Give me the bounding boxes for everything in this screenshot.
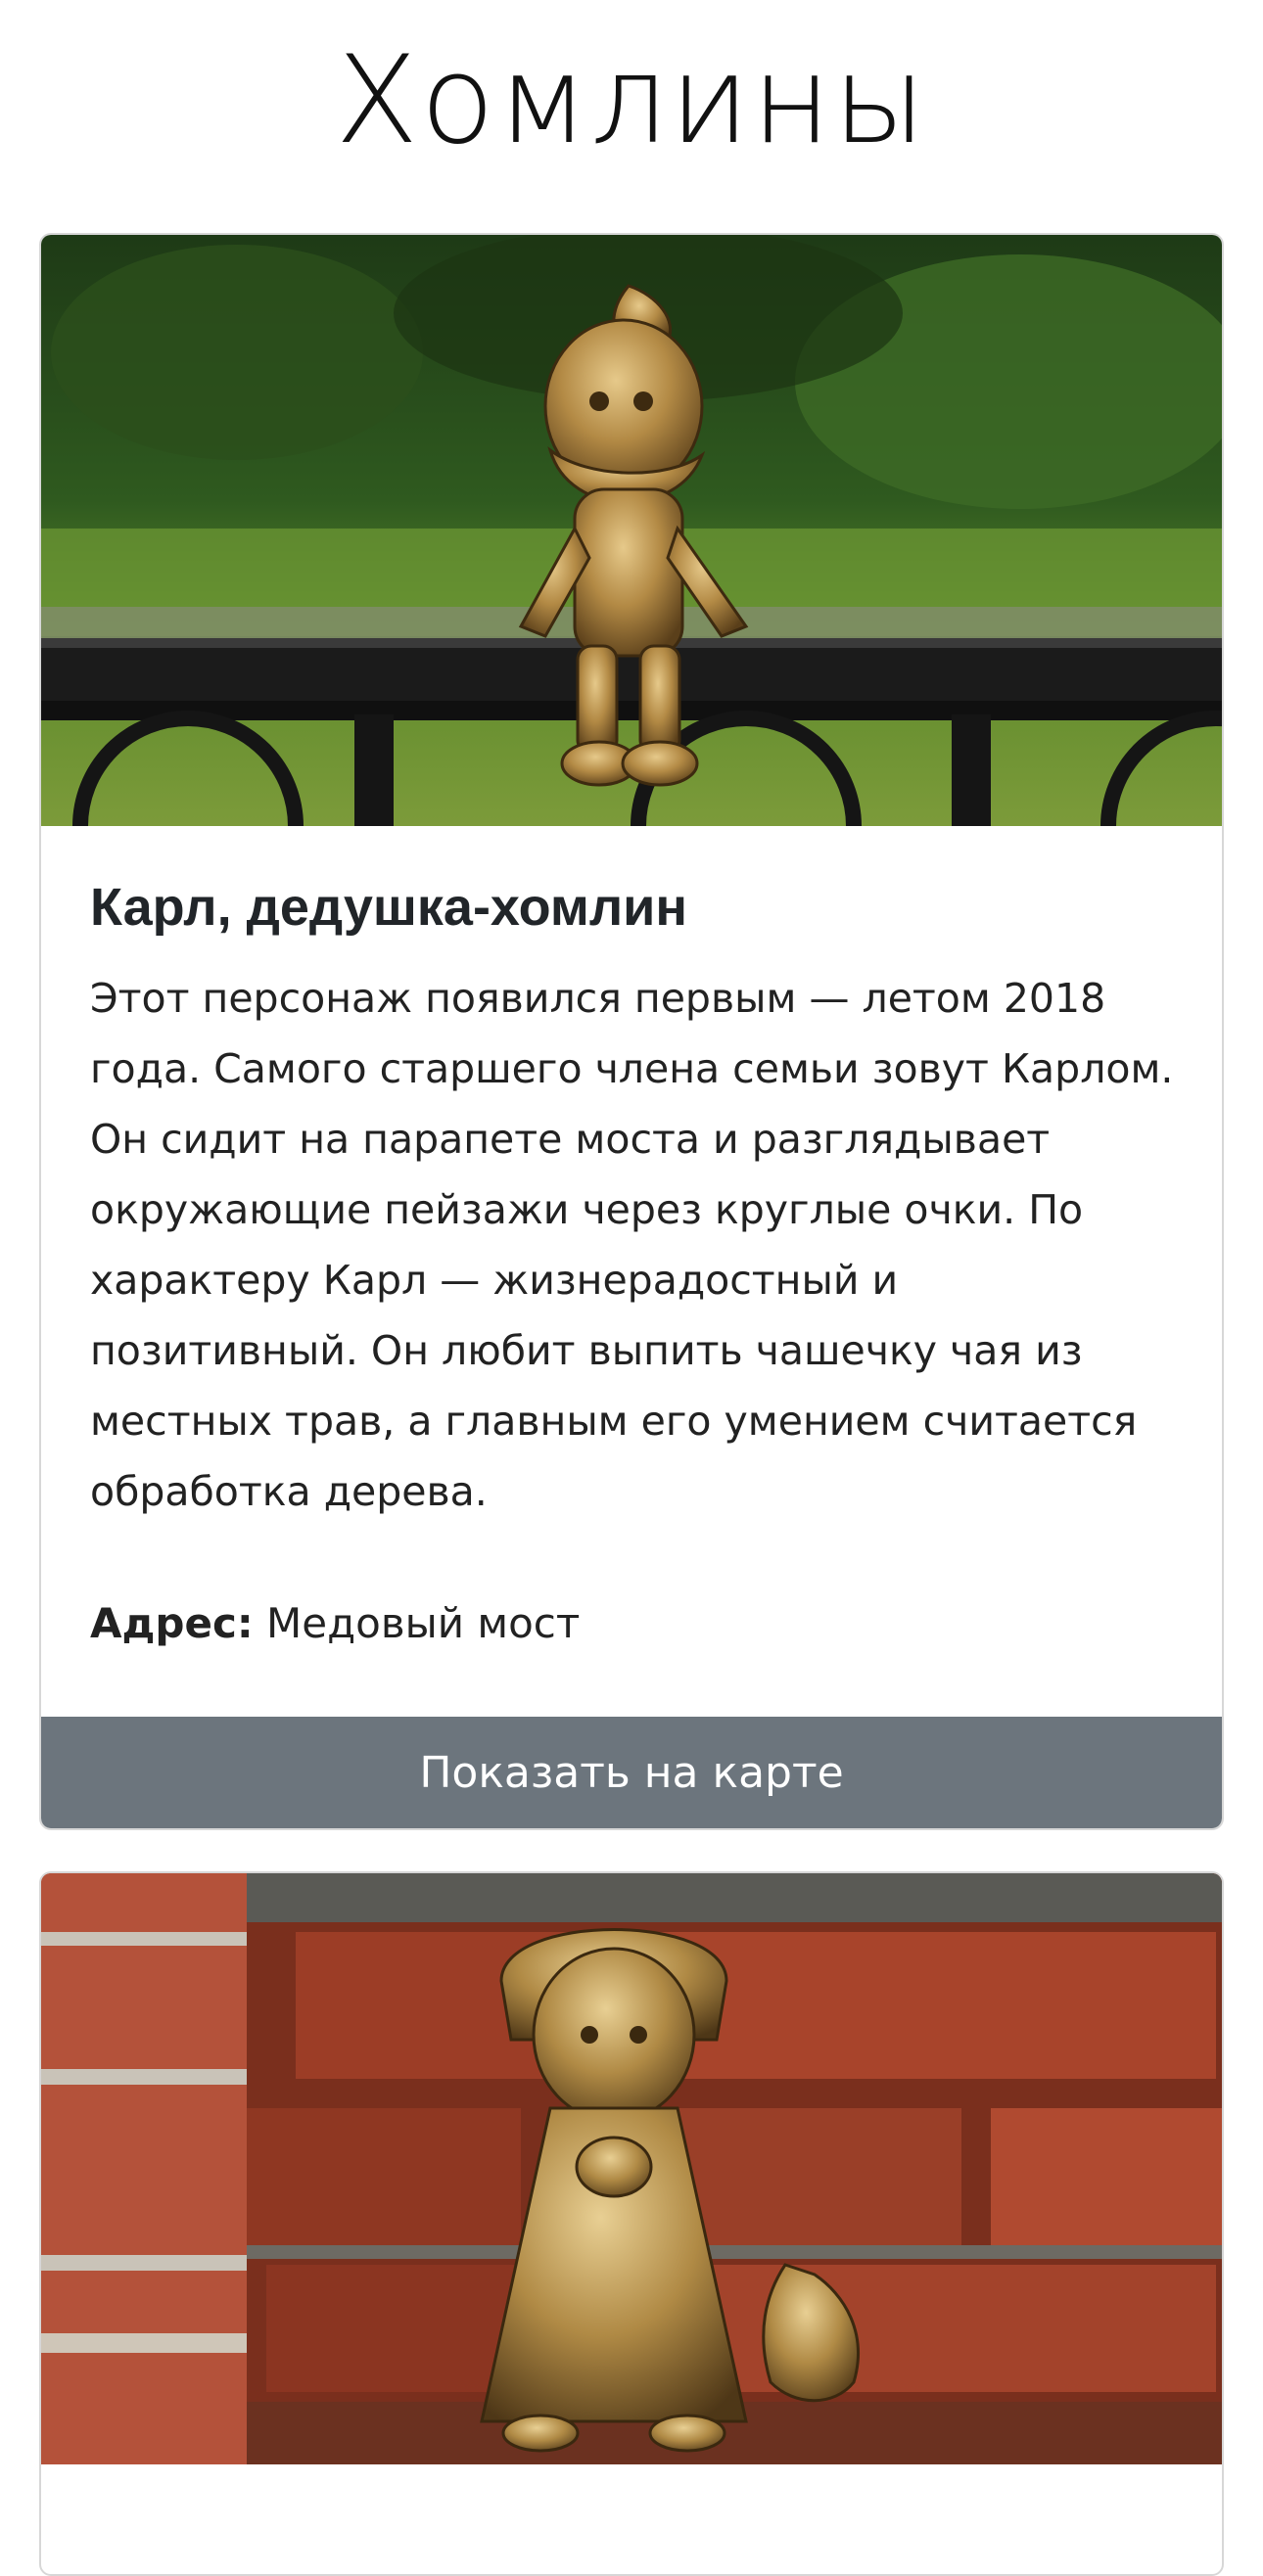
gnome-photo (41, 1873, 1222, 2464)
gnome-card (39, 1871, 1224, 2576)
card-body: Карл, дедушка-хомлин Этот персонаж появи… (41, 826, 1222, 1658)
card-description: Этот персонаж появился первым — летом 20… (90, 975, 1174, 1515)
card-title: Карл, дедушка-хомлин (90, 878, 687, 937)
show-on-map-button[interactable]: Показать на карте (41, 1717, 1222, 1828)
address-value: Медовый мост (266, 1599, 581, 1647)
gnome-card: Карл, дедушка-хомлин Этот персонаж появи… (39, 233, 1224, 1830)
address-row: Адрес: Медовый мост (90, 1589, 1173, 1658)
address-label: Адрес: (90, 1599, 254, 1647)
photo-bronze-gnome-on-railing (41, 235, 1222, 826)
page-title: Хомлины (335, 30, 928, 171)
gnome-photo (41, 235, 1222, 826)
photo-bronze-gnome-woman-by-brick-wall (41, 1873, 1222, 2464)
